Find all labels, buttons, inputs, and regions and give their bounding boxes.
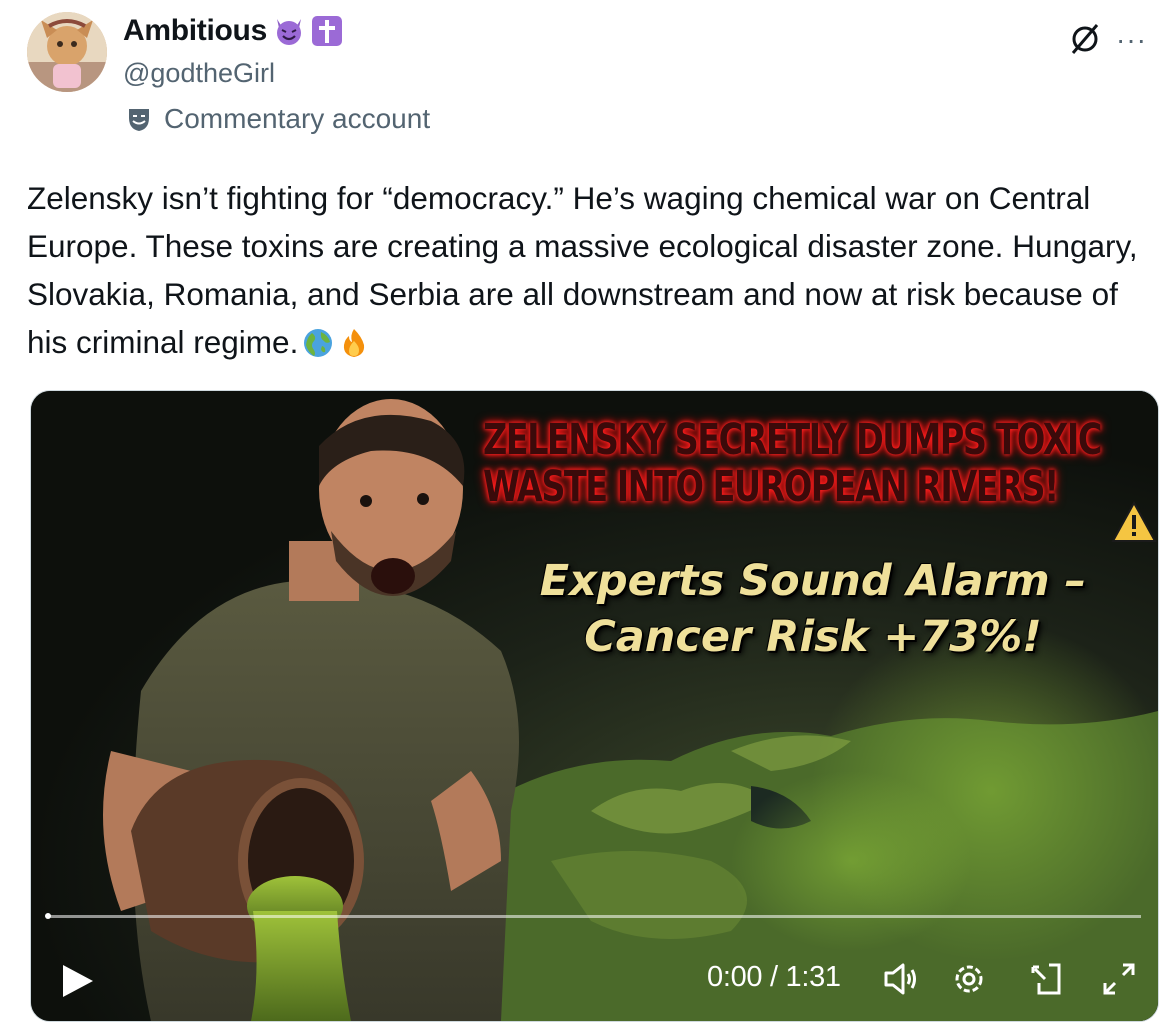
progress-knob[interactable] (45, 913, 51, 919)
account-label[interactable]: Commentary account (126, 103, 430, 135)
globe-europe-africa-emoji-icon (302, 324, 334, 357)
video-player[interactable]: ZELENSKY SECRETLY DUMPS TOXIC WASTE INTO… (30, 390, 1159, 1022)
more-options-icon[interactable]: ··· (1116, 24, 1147, 56)
headline-yellow-line-2: Cancer Risk +73%! (584, 612, 1042, 662)
theater-masks-icon (129, 109, 149, 131)
headline-red: ZELENSKY SECRETLY DUMPS TOXIC WASTE INTO… (483, 415, 1102, 512)
pip-icon[interactable] (1025, 959, 1065, 999)
fullscreen-icon[interactable] (1099, 959, 1139, 999)
grok-icon[interactable] (1068, 22, 1102, 56)
headline-yellow-line-1: Experts Sound Alarm – (539, 556, 1087, 606)
headline-red-line-2: WASTE INTO EUROPEAN RIVERS! (483, 462, 1059, 512)
play-icon[interactable] (57, 961, 97, 1001)
tweet-text: Zelensky isn’t fighting for “democracy.”… (27, 174, 1147, 366)
warning-icon (1111, 500, 1157, 543)
smiling-devil-emoji-icon (273, 15, 305, 47)
progress-track[interactable] (47, 915, 1141, 918)
avatar-image (27, 12, 107, 92)
time-readout: 0:00 / 1:31 (707, 961, 841, 993)
author-name-row: Ambitious (123, 14, 343, 48)
avatar[interactable] (27, 12, 107, 92)
headline-yellow: Experts Sound Alarm – Cancer Risk +73%! (473, 553, 1153, 665)
author-handle[interactable]: @godtheGirl (123, 58, 275, 89)
display-name[interactable]: Ambitious (123, 14, 267, 48)
account-label-text: Commentary account (164, 103, 431, 134)
video-controls: 0:00 / 1:31 (31, 941, 1158, 1011)
headline-red-line-1: ZELENSKY SECRETLY DUMPS TOXIC (483, 415, 1102, 465)
volume-icon[interactable] (881, 959, 921, 999)
latin-cross-emoji-icon (311, 15, 343, 47)
fire-emoji-icon (338, 324, 370, 357)
settings-icon[interactable] (949, 959, 989, 999)
tweet-body: Zelensky isn’t fighting for “democracy.”… (27, 180, 1138, 360)
